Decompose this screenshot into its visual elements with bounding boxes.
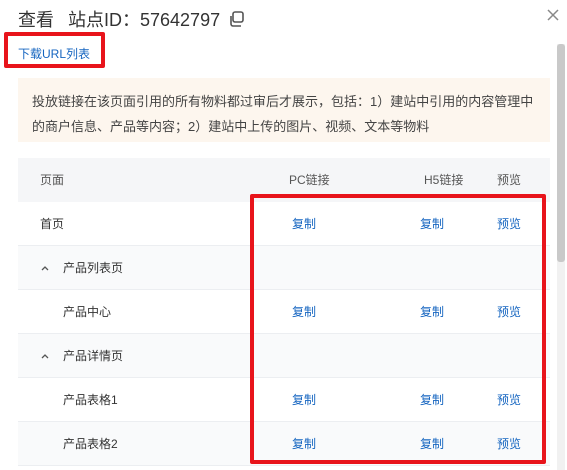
- page-name: 产品中心: [63, 305, 112, 319]
- page-name: 产品表格2: [63, 437, 118, 451]
- scrollbar-thumb[interactable]: [557, 44, 565, 262]
- dialog-title: 查看: [18, 10, 54, 30]
- close-icon[interactable]: [544, 6, 562, 24]
- page-group-name: 产品列表页: [63, 261, 124, 275]
- chevron-up-icon[interactable]: [40, 350, 50, 360]
- copy-icon[interactable]: [228, 10, 246, 28]
- page-group-name: 产品详情页: [63, 349, 124, 363]
- page-name: 产品表格1: [63, 393, 118, 407]
- site-id-label: 站点ID：57642797: [68, 10, 221, 30]
- page-name: 首页: [40, 217, 65, 231]
- highlight-box-download: [4, 32, 105, 68]
- header-page: 页面: [40, 173, 65, 187]
- highlight-box-links: [250, 194, 546, 464]
- review-notice: 投放链接在该页面引用的所有物料都过审后才展示，包括：1）建站中引用的内容管理中的…: [18, 78, 550, 142]
- dialog-header: 查看 站点ID：57642797: [18, 6, 246, 32]
- chevron-up-icon[interactable]: [40, 262, 50, 272]
